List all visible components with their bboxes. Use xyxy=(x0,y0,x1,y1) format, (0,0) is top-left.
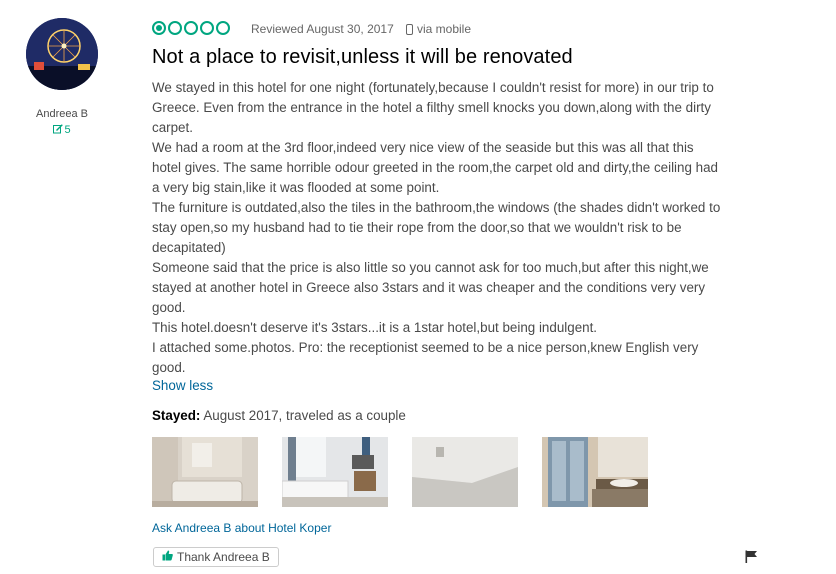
rating-bubble-filled xyxy=(152,21,166,35)
stayed-info: Stayed: August 2017, traveled as a coupl… xyxy=(152,408,406,423)
bathroom-photo[interactable] xyxy=(152,437,258,507)
thank-button[interactable]: Thank Andreea B xyxy=(153,547,279,567)
contribution-count: 5 xyxy=(0,124,124,137)
rating-bubble-empty xyxy=(184,21,198,35)
rating-bubble-empty xyxy=(216,21,230,35)
review-paragraph: Someone said that the price is also litt… xyxy=(152,260,709,315)
review-paragraph: This hotel.doesn't deserve it's 3stars..… xyxy=(152,320,598,335)
review-date: Reviewed August 30, 2017 xyxy=(251,22,394,36)
user-avatar[interactable] xyxy=(26,18,98,90)
via-label: via mobile xyxy=(417,22,472,36)
mobile-phone-icon xyxy=(406,23,413,35)
stayed-label: Stayed: xyxy=(152,408,201,423)
flag-icon[interactable] xyxy=(745,550,757,568)
thumbs-up-icon xyxy=(162,550,173,564)
rating-bubble-empty xyxy=(168,21,182,35)
username[interactable]: Andreea B xyxy=(0,108,124,120)
review-paragraph: We stayed in this hotel for one night (f… xyxy=(152,80,714,135)
review-paragraph: I attached some.photos. Pro: the recepti… xyxy=(152,340,699,375)
via-mobile: via mobile xyxy=(406,22,471,36)
ceiling-photo[interactable] xyxy=(412,437,518,507)
bubble-rating xyxy=(152,21,230,35)
review-paragraph: The furniture is outdated,also the tiles… xyxy=(152,200,721,255)
contribution-number: 5 xyxy=(64,124,71,136)
pencil-icon xyxy=(53,124,64,137)
review-paragraph: We had a room at the 3rd floor,indeed ve… xyxy=(152,140,718,195)
review-title[interactable]: Not a place to revisit,unless it will be… xyxy=(152,46,573,69)
rating-bubble-empty xyxy=(200,21,214,35)
show-less-link[interactable]: Show less xyxy=(152,378,213,393)
stayed-value: August 2017, traveled as a couple xyxy=(200,408,406,423)
review-body: We stayed in this hotel for one night (f… xyxy=(152,78,722,378)
thank-label: Thank Andreea B xyxy=(177,550,270,564)
bedroom-photo[interactable] xyxy=(282,437,388,507)
window-sink-photo[interactable] xyxy=(542,437,648,507)
ask-reviewer-link[interactable]: Ask Andreea B about Hotel Koper xyxy=(152,521,331,535)
